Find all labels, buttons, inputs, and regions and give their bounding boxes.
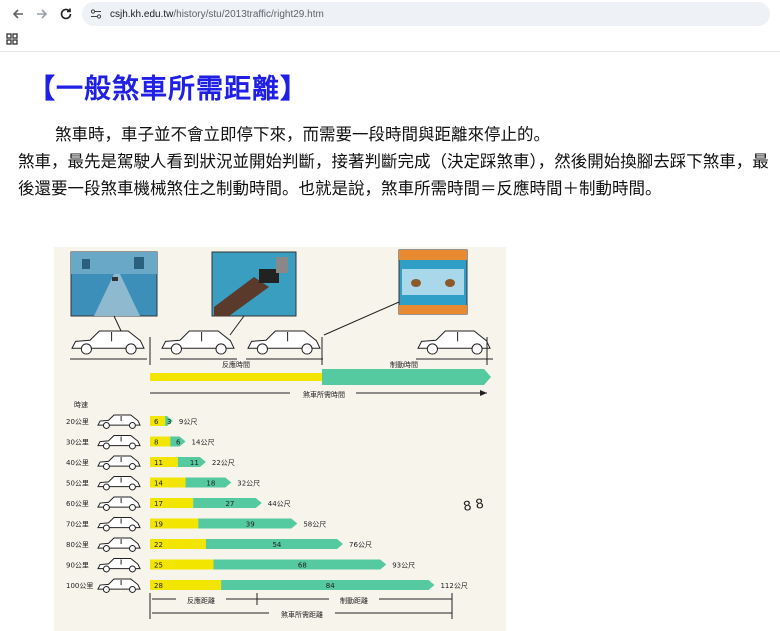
car-1 (71, 330, 145, 355)
browser-toolbar: csjh.kh.edu.tw/history/stu/2013traffic/r… (0, 0, 780, 28)
speed-label: 40公里 (66, 459, 89, 467)
row-car-icon (97, 435, 141, 450)
reaction-time-bar (150, 373, 322, 381)
back-arrow-icon[interactable] (6, 2, 30, 26)
speed-label: 80公里 (66, 541, 89, 549)
braking-chart: 反應時間 制動時間 煞車所需時間 時速 20公里 6 3 9公尺30公里 8 6 14公尺4… (66, 249, 493, 619)
braking-value: 84 (326, 582, 335, 590)
row-car-icon (97, 455, 141, 470)
reaction-value: 17 (154, 500, 163, 508)
page-title: 【一般煞車所需距離】 (28, 74, 308, 105)
speed-label: 100公里 (66, 582, 93, 590)
reaction-value: 25 (154, 562, 163, 570)
braking-value: 68 (298, 562, 307, 570)
reaction-value: 22 (154, 541, 163, 549)
speed-header: 時速 (74, 401, 88, 409)
total-distance-value: 93公尺 (392, 562, 415, 570)
total-distance-value: 58公尺 (303, 521, 326, 529)
intro-paragraph: 煞車時，車子並不會立即停下來，而需要一段時間與距離來停止的。 煞車，最先是駕駛人… (18, 121, 778, 202)
row-car-icon (97, 517, 141, 532)
paragraph-body: 煞車，最先是駕駛人看到狀況並開始判斷，接著判斷完成（決定踩煞車），然後開始換腳去… (18, 152, 769, 198)
row-car-icon (97, 558, 141, 573)
speed-label: 70公里 (66, 521, 89, 529)
total-distance-value: 22公尺 (212, 459, 235, 467)
row-car-icon (97, 578, 141, 593)
handwritten-annotation: 8 8 (462, 497, 485, 515)
braking-distance-label: 制動距離 (340, 596, 368, 605)
row-car-icon (97, 496, 141, 511)
total-distance-value: 44公尺 (268, 500, 291, 508)
reaction-distance-label: 反應距離 (187, 596, 215, 605)
url-path: /history/stu/2013traffic/right29.htm (173, 8, 324, 20)
site-settings-icon[interactable] (90, 7, 104, 21)
braking-value: 6 (176, 439, 181, 447)
total-distance-value: 32公尺 (237, 480, 260, 488)
reaction-value: 14 (154, 480, 163, 488)
braking-value: 3 (167, 418, 171, 426)
braking-value: 18 (206, 480, 215, 488)
row-car-icon (97, 476, 141, 491)
foot-pedal-illustration (211, 251, 297, 317)
url-host: csjh.kh.edu.tw (110, 8, 174, 20)
reaction-time-label: 反應時間 (222, 360, 250, 369)
total-distance-value: 76公尺 (349, 541, 372, 549)
reaction-value: 6 (154, 418, 159, 426)
address-bar[interactable]: csjh.kh.edu.tw/history/stu/2013traffic/r… (82, 2, 770, 26)
speed-label: 20公里 (66, 418, 89, 426)
car-4 (417, 330, 491, 355)
total-distance-label: 煞車所需距離 (281, 610, 323, 619)
braking-value: 39 (246, 521, 255, 529)
reaction-value: 28 (154, 582, 163, 590)
car-3 (247, 330, 321, 355)
total-distance-value: 112公尺 (440, 582, 467, 590)
pointer-line-2 (229, 315, 245, 336)
pointer-line-1 (113, 315, 123, 334)
pointer-line-3 (323, 301, 400, 336)
speed-label: 50公里 (66, 480, 89, 488)
braking-distance-figure: 反應時間 制動時間 煞車所需時間 時速 20公里 6 3 9公尺 30公里 8 6 14公尺 4… (54, 247, 506, 631)
braking-time-bar (322, 369, 491, 385)
reaction-value: 8 (154, 439, 158, 447)
row-car-icon (97, 537, 141, 552)
forward-arrow-icon[interactable] (30, 2, 54, 26)
braking-value: 54 (272, 541, 281, 549)
speed-label: 60公里 (66, 500, 89, 508)
speed-label: 30公里 (66, 439, 89, 447)
url-text: csjh.kh.edu.tw/history/stu/2013traffic/r… (110, 9, 324, 20)
total-time-label: 煞車所需時間 (303, 390, 345, 399)
car-sequence-row (70, 330, 493, 360)
bookmarks-bar (0, 28, 780, 52)
braking-time-label: 制動時間 (390, 360, 418, 369)
paragraph-line-1: 煞車時，車子並不會立即停下來，而需要一段時間與距離來停止的。 (55, 125, 550, 144)
total-distance-value: 9公尺 (179, 418, 197, 426)
reaction-value: 19 (154, 521, 163, 529)
apps-grid-icon[interactable] (6, 30, 18, 49)
brake-mechanism-illustration (398, 249, 468, 315)
driver-view-illustration (70, 251, 158, 317)
speed-label: 90公里 (66, 562, 89, 570)
reload-icon[interactable] (54, 2, 78, 26)
car-2 (161, 330, 235, 355)
reaction-value: 11 (154, 459, 163, 467)
braking-value: 27 (225, 500, 234, 508)
bar-rows: 20公里 6 3 9公尺30公里 8 6 14公尺40公里 11 11 22公尺50公里 14 18 3… (66, 414, 468, 593)
braking-value: 11 (190, 459, 199, 467)
total-distance-value: 14公尺 (192, 439, 215, 447)
row-car-icon (97, 414, 141, 429)
